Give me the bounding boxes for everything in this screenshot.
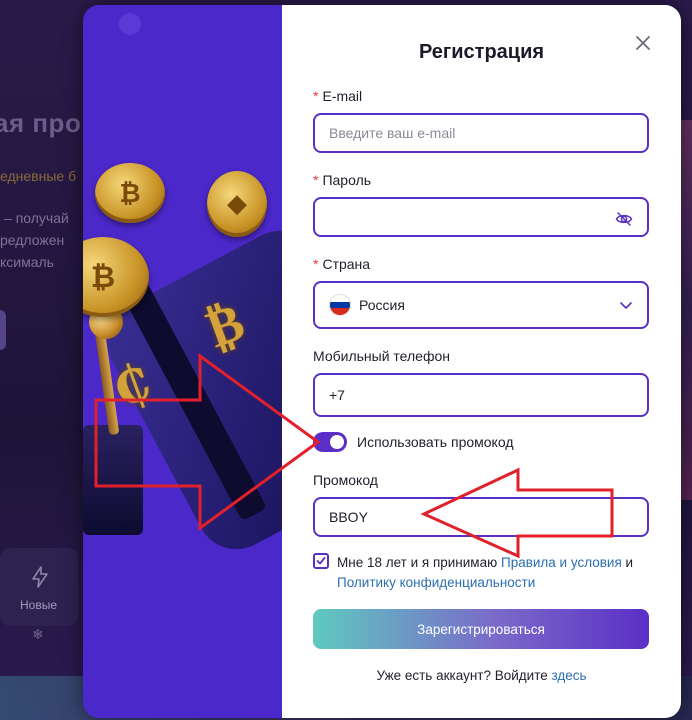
promo-illustration-panel: ₵ ₿ ₿ ₿ ◆: [83, 5, 282, 718]
eye-off-icon[interactable]: [615, 210, 633, 228]
privacy-link[interactable]: Политику конфиденциальности: [337, 575, 535, 590]
password-field[interactable]: [329, 209, 633, 225]
required-mark: *: [313, 256, 319, 272]
promo-label: Промокод: [313, 472, 378, 488]
ethereum-coin: ◆: [207, 171, 267, 237]
promo-toggle-row: Использовать промокод: [313, 432, 513, 452]
login-prompt: Уже есть аккаунт? Войдите здесь: [376, 668, 587, 683]
checkmark-icon: [316, 557, 326, 565]
lightning-icon: [30, 566, 50, 594]
background-subtitle: едневные б: [0, 168, 77, 184]
promo-field[interactable]: [329, 509, 633, 525]
toggle-knob: [330, 435, 344, 449]
modal-title: Регистрация: [418, 41, 545, 63]
bitcoin-coin-1: ₿: [95, 163, 165, 223]
decor-dot: [119, 13, 141, 35]
registration-form: Регистрация *E-mail *Пароль *Страна Росс…: [282, 5, 681, 718]
country-label: * Страна: [313, 256, 371, 272]
chevron-down-icon: [620, 302, 632, 309]
register-button[interactable]: Зарегистрироваться: [313, 609, 649, 649]
background-accent: [0, 310, 6, 350]
email-label: * E-mail: [313, 88, 363, 104]
email-field-wrapper: [313, 113, 649, 153]
promo-toggle-label: Использовать промокод: [357, 434, 514, 450]
email-field[interactable]: [329, 125, 633, 141]
background-line-2: редложен: [0, 232, 65, 248]
terms-checkbox[interactable]: [313, 553, 329, 569]
country-value: Россия: [359, 297, 405, 313]
password-field-wrapper: [313, 197, 649, 237]
password-label: * Пароль: [313, 172, 372, 188]
login-link[interactable]: здесь: [551, 668, 586, 683]
required-mark: *: [313, 88, 319, 104]
terms-row: Мне 18 лет и я принимаю Правила и услови…: [313, 553, 653, 593]
terms-text: Мне 18 лет и я принимаю Правила и услови…: [337, 555, 634, 590]
registration-modal: ₵ ₿ ₿ ₿ ◆ Регистрация *E-mail *Пароль *С…: [83, 5, 681, 718]
background-tile-label: Новые: [20, 598, 58, 612]
promo-toggle[interactable]: [313, 432, 347, 452]
phone-field-wrapper: [313, 373, 649, 417]
country-select[interactable]: Россия: [313, 281, 649, 329]
terms-link[interactable]: Правила и условия: [501, 555, 622, 570]
slot-machine-base: [83, 425, 143, 535]
snowflake-icon: ❄: [32, 626, 44, 642]
russia-flag-icon: [329, 294, 351, 316]
phone-field[interactable]: [329, 387, 633, 403]
background-line-1: – получай: [4, 210, 69, 226]
phone-label: Мобильный телефон: [313, 348, 450, 364]
required-mark: *: [313, 172, 319, 188]
background-heading: ая про: [0, 108, 82, 138]
background-line-3: ксималь: [0, 254, 54, 270]
promo-field-wrapper: [313, 497, 649, 537]
